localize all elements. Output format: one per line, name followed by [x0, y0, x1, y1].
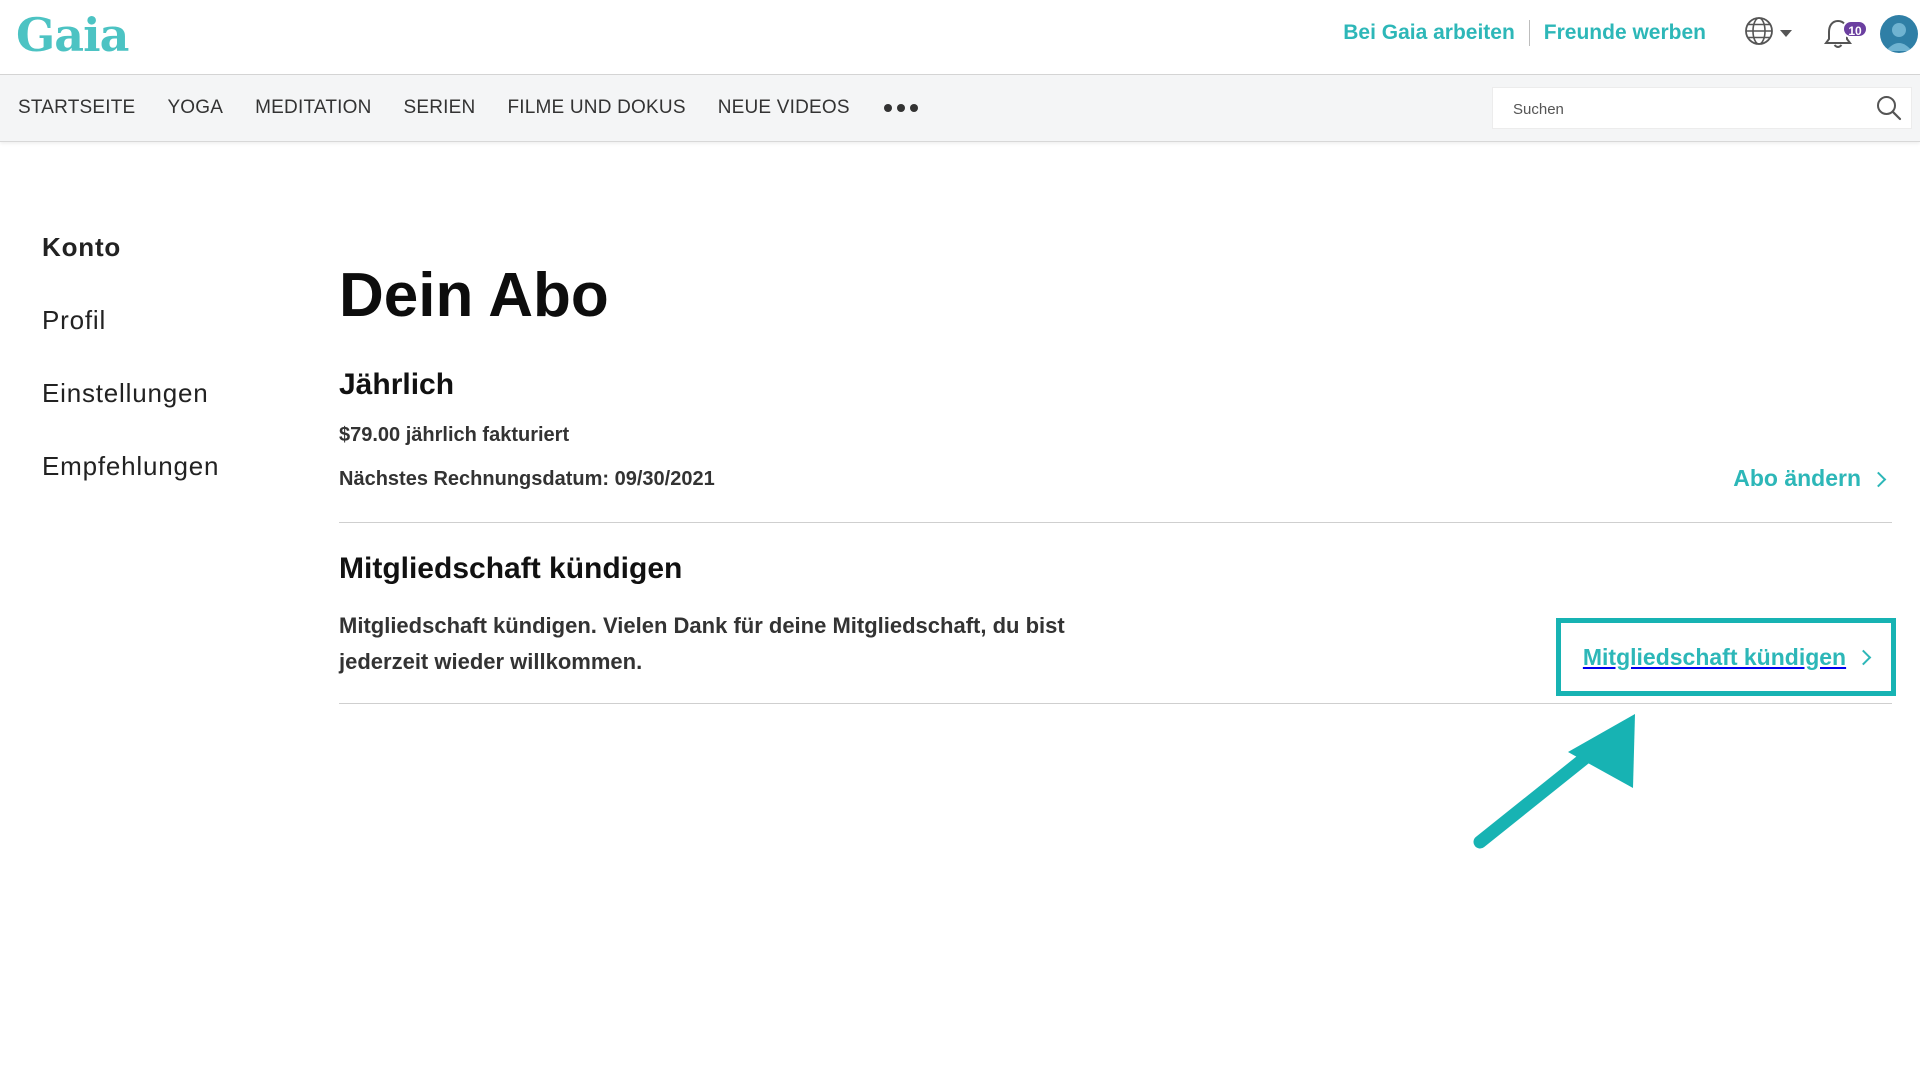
- nav-item-neue-videos[interactable]: NEUE VIDEOS: [718, 97, 850, 119]
- change-plan-link[interactable]: Abo ändern: [1733, 465, 1892, 492]
- sidebar-item-einstellungen[interactable]: Einstellungen: [42, 378, 219, 451]
- page-title: Dein Abo: [339, 261, 609, 330]
- next-billing-date: Nächstes Rechnungsdatum: 09/30/2021: [339, 468, 715, 490]
- sidebar-item-profil[interactable]: Profil: [42, 305, 219, 378]
- gaia-logo[interactable]: Gaia: [16, 8, 129, 62]
- careers-link[interactable]: Bei Gaia arbeiten: [1329, 20, 1529, 46]
- language-selector[interactable]: [1744, 16, 1792, 46]
- notification-count-badge: 10: [1842, 20, 1868, 38]
- user-icon: [1886, 23, 1912, 51]
- nav-item-startseite[interactable]: STARTSEITE: [18, 97, 135, 119]
- nav-items: STARTSEITE YOGA MEDITATION SERIEN FILME …: [18, 75, 918, 141]
- nav-item-yoga[interactable]: YOGA: [167, 97, 223, 119]
- avatar[interactable]: [1880, 15, 1918, 53]
- top-header: Gaia Bei Gaia arbeiten Freunde werben 10: [0, 0, 1920, 75]
- change-plan-label: Abo ändern: [1733, 465, 1861, 491]
- nav-item-filme-und-dokus[interactable]: FILME UND DOKUS: [507, 97, 685, 119]
- cancel-membership-label: Mitgliedschaft kündigen: [1583, 644, 1872, 671]
- main-navigation: STARTSEITE YOGA MEDITATION SERIEN FILME …: [0, 75, 1920, 142]
- search-icon[interactable]: [1875, 94, 1903, 122]
- cancel-section-title: Mitgliedschaft kündigen: [339, 552, 683, 585]
- cancel-membership-button[interactable]: Mitgliedschaft kündigen: [1556, 618, 1896, 696]
- divider: [339, 522, 1892, 523]
- search-input[interactable]: [1511, 88, 1855, 130]
- sidebar-item-empfehlungen[interactable]: Empfehlungen: [42, 451, 219, 524]
- chevron-right-icon: [1855, 649, 1872, 666]
- plan-price: $79.00 jährlich fakturiert: [339, 424, 570, 446]
- nav-item-meditation[interactable]: MEDITATION: [255, 97, 371, 119]
- notifications-button[interactable]: 10: [1820, 14, 1870, 54]
- chevron-down-icon: [1780, 29, 1792, 37]
- account-sidebar: Konto Profil Einstellungen Empfehlungen: [42, 232, 219, 524]
- more-dots-icon[interactable]: [883, 104, 918, 112]
- annotation-arrow-icon: [1473, 714, 1635, 849]
- sidebar-item-konto[interactable]: Konto: [42, 232, 219, 305]
- search-box: [1492, 87, 1912, 130]
- nav-item-serien[interactable]: SERIEN: [404, 97, 476, 119]
- subscription-panel: Dein Abo Jährlich $79.00 jährlich faktur…: [339, 260, 1896, 704]
- globe-icon: [1745, 17, 1773, 45]
- header-links: Bei Gaia arbeiten Freunde werben: [1329, 20, 1720, 46]
- refer-friends-link[interactable]: Freunde werben: [1528, 20, 1720, 46]
- chevron-right-icon: [1870, 471, 1887, 487]
- cancel-description: Mitgliedschaft kündigen. Vielen Dank für…: [339, 613, 1065, 674]
- plan-name: Jährlich: [339, 368, 455, 401]
